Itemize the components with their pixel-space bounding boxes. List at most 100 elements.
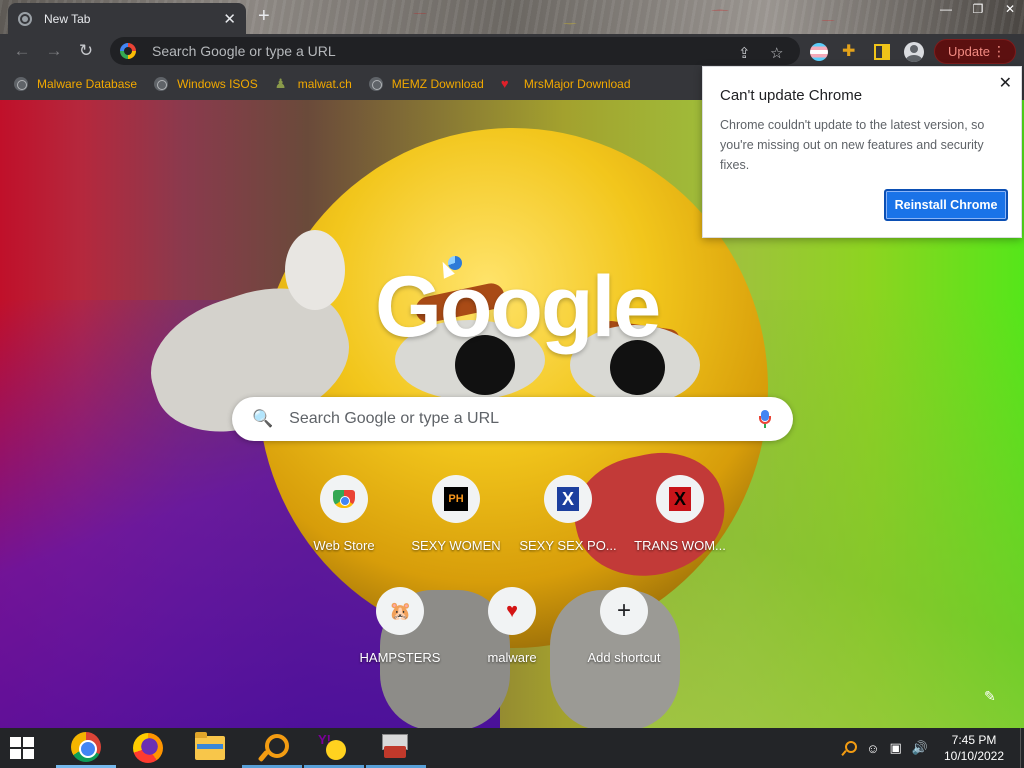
tab-close-icon[interactable]: ✕ (223, 10, 236, 28)
bookmark-malwatch[interactable]: ♟ malwat.ch (274, 76, 352, 92)
search-icon: 🔍 (252, 409, 274, 428)
dialog-body: Chrome couldn't update to the latest ver… (720, 118, 985, 172)
taskbar-yahoo-messenger[interactable]: Y! (304, 728, 364, 768)
bookmark-label: Windows ISOS (177, 77, 258, 91)
forward-button[interactable]: → (44, 42, 64, 62)
hamster-icon: 🐹 (389, 601, 412, 621)
xvideos-red-icon: X (669, 487, 691, 511)
taskbar-toolbox[interactable] (366, 728, 426, 768)
reinstall-chrome-button[interactable]: Reinstall Chrome (884, 189, 1008, 221)
google-logo: Google (375, 259, 661, 355)
bookmark-label: Malware Database (37, 77, 138, 91)
update-button[interactable]: Update ⋮ (934, 39, 1016, 64)
tile-label: SEXY SEX PO... (519, 538, 617, 553)
file-explorer-icon (195, 732, 225, 760)
tile-sexy-women[interactable]: PH SEXY WOMEN (400, 475, 512, 575)
taskbar-firefox[interactable] (118, 728, 178, 768)
tile-trans-wom[interactable]: X TRANS WOM... (624, 475, 736, 575)
new-tab-button[interactable]: + (258, 6, 270, 26)
chrome-icon (71, 731, 101, 762)
tile-hampsters[interactable]: 🐹 HAMPSTERS (344, 587, 456, 687)
bookmark-label: MrsMajor Download (523, 77, 631, 91)
tile-label: Add shortcut (587, 650, 661, 665)
bookmark-star-icon[interactable]: ☆ (770, 44, 783, 62)
tile-icon-circle: 🐹 (376, 587, 424, 635)
bookmark-windows-isos[interactable]: Windows ISOS (154, 77, 258, 91)
close-window-button[interactable]: ✕ (1004, 2, 1016, 16)
close-icon[interactable]: ✕ (999, 73, 1012, 93)
busy-spinner-icon (448, 256, 462, 270)
extensions-puzzle-icon[interactable]: ✚ (842, 43, 860, 61)
dialog-title: Can't update Chrome (720, 87, 863, 104)
tile-icon-circle (320, 475, 368, 523)
tile-web-store[interactable]: Web Store (288, 475, 400, 575)
customize-pencil-icon[interactable]: ✎ (984, 688, 996, 705)
tile-label: malware (487, 650, 537, 665)
bookmark-label: MEMZ Download (391, 77, 484, 91)
tile-icon-circle: + (600, 587, 648, 635)
globe-icon (14, 77, 28, 91)
smiley-thumb (285, 230, 345, 310)
tile-icon-circle: X (656, 475, 704, 523)
taskbar-chrome[interactable] (56, 728, 116, 768)
taskbar-search-tool[interactable] (242, 728, 302, 768)
xvideos-icon: X (557, 487, 579, 511)
tile-icon-circle: ♥ (488, 587, 536, 635)
maximize-button[interactable]: ❐ (972, 2, 984, 16)
tile-malware[interactable]: ♥ malware (456, 587, 568, 687)
omnibox[interactable]: ⇪ ☆ (110, 37, 800, 65)
update-label: Update (948, 44, 990, 59)
ntp-search-input[interactable] (287, 409, 738, 429)
system-tray: ☺ ▣ 🔊 7:45 PM 10/10/2022 (842, 728, 1024, 768)
tile-label: TRANS WOM... (634, 538, 726, 553)
network-icon[interactable]: ▣ (890, 740, 902, 756)
search-tool-icon (257, 732, 289, 762)
webstore-icon (333, 490, 355, 508)
reload-button[interactable]: ↻ (76, 42, 96, 62)
windows-taskbar: Y! ☺ ▣ 🔊 7:45 PM 10/10/2022 (0, 728, 1024, 768)
heart-icon: ♥ (506, 600, 518, 622)
emoji-icon[interactable]: ☺ (866, 741, 879, 756)
tile-label: HAMPSTERS (359, 650, 441, 665)
bookmark-label: malwat.ch (297, 77, 352, 91)
tile-label: Web Store (313, 538, 375, 553)
minimize-button[interactable]: — (940, 2, 952, 16)
heart-icon: ♥ (500, 76, 509, 91)
back-button[interactable]: ← (12, 42, 32, 62)
title-bar: New Tab ✕ + — ❐ ✕ (0, 0, 1024, 34)
profile-avatar-icon[interactable] (904, 42, 924, 62)
yahoo-messenger-icon: Y! (318, 732, 350, 762)
speaker-icon[interactable]: 🔊 (912, 740, 928, 756)
microphone-icon[interactable] (759, 410, 771, 428)
cant-update-dialog: Can't update Chrome ✕ Chrome couldn't up… (702, 66, 1022, 238)
toolbox-icon (382, 733, 410, 760)
taskbar-clock[interactable]: 7:45 PM 10/10/2022 (938, 732, 1010, 764)
window-controls: — ❐ ✕ (940, 0, 1016, 18)
tray-search-icon[interactable] (842, 741, 858, 755)
bookmark-mrsmajor-download[interactable]: ♥ MrsMajor Download (500, 76, 631, 92)
google-g-icon (120, 43, 136, 59)
tile-add-shortcut[interactable]: + Add shortcut (568, 587, 680, 687)
omnibox-input[interactable] (150, 42, 730, 60)
pride-flag-extension-icon[interactable] (810, 43, 828, 61)
menu-dots-icon[interactable]: ⋮ (992, 44, 1006, 58)
plus-icon: + (616, 597, 631, 624)
tile-sexy-sex-po[interactable]: X SEXY SEX PO... (512, 475, 624, 575)
tab-new-tab[interactable]: New Tab ✕ (8, 3, 246, 34)
side-panel-icon[interactable] (874, 44, 890, 60)
chrome-tab-icon (18, 11, 32, 26)
taskbar-file-explorer[interactable] (180, 728, 240, 768)
show-desktop-button[interactable] (1020, 728, 1024, 768)
person-icon: ♟ (274, 76, 287, 91)
ntp-search-box[interactable]: 🔍 (232, 397, 793, 441)
windows-start-icon[interactable] (10, 737, 36, 759)
firefox-icon (133, 733, 163, 763)
clock-time: 7:45 PM (951, 733, 997, 747)
bookmark-malware-database[interactable]: Malware Database (14, 77, 137, 91)
theme-scribble (300, 0, 900, 34)
bookmark-memz-download[interactable]: MEMZ Download (368, 77, 484, 91)
ph-icon: PH (444, 487, 468, 511)
tab-title: New Tab (44, 11, 91, 26)
share-icon[interactable]: ⇪ (738, 44, 751, 62)
tile-icon-circle: X (544, 475, 592, 523)
